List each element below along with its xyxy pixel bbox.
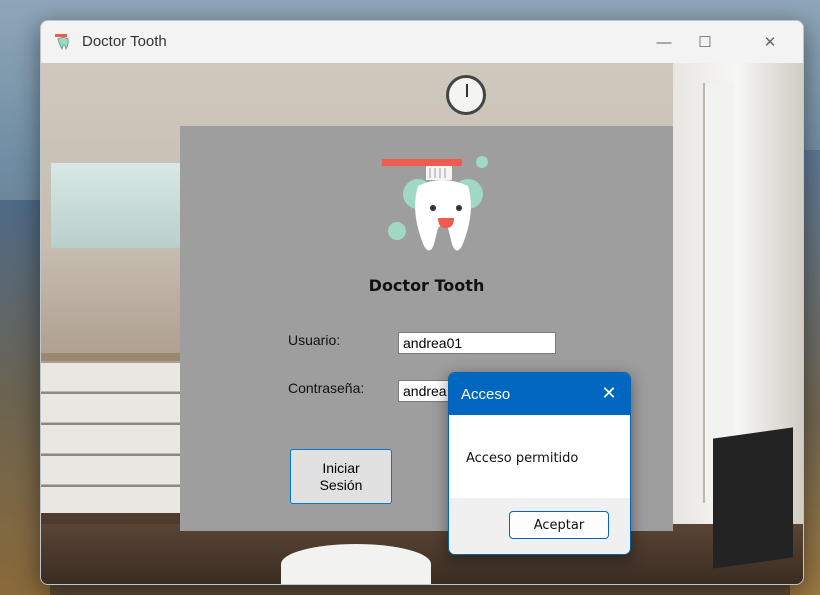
maximize-button[interactable]: ☐ (682, 27, 728, 57)
dialog-message: Acceso permitido (466, 451, 579, 466)
maximize-icon: ☐ (698, 34, 712, 51)
dialog-title: Acceso (461, 386, 511, 403)
minimize-icon: — (656, 33, 672, 51)
background-cabinet (51, 163, 201, 248)
dialog-close-icon[interactable]: ✕ (598, 382, 620, 404)
minimize-button[interactable]: — (641, 27, 687, 57)
dialog-footer: Aceptar (449, 498, 630, 554)
window-title: Doctor Tooth (82, 33, 167, 50)
background-counter (41, 353, 191, 361)
background-drawers (41, 363, 181, 513)
tooth-app-icon (55, 34, 69, 51)
access-dialog: Acceso ✕ Acceso permitido Aceptar (448, 372, 631, 555)
accept-button[interactable]: Aceptar (509, 511, 609, 539)
username-label: Usuario: (288, 332, 341, 348)
background-dental-chair (281, 544, 431, 584)
close-button[interactable]: ✕ (747, 27, 793, 57)
username-input[interactable] (398, 332, 556, 354)
password-label: Contraseña: (288, 380, 365, 396)
close-icon: ✕ (763, 34, 777, 51)
tooth-logo-icon (382, 156, 488, 251)
client-area: Doctor Tooth Usuario: Contraseña: Inicia… (41, 63, 803, 584)
title-bar[interactable]: Doctor Tooth — ☐ ✕ (41, 21, 803, 63)
login-button[interactable]: Iniciar Sesión (290, 449, 392, 504)
app-window: Doctor Tooth — ☐ ✕ Doctor Tooth Usuario:… (40, 20, 804, 585)
background-monitor (713, 427, 793, 569)
dialog-title-bar[interactable]: Acceso ✕ (449, 373, 630, 415)
brand-title: Doctor Tooth (368, 276, 485, 295)
clock-icon (446, 75, 486, 115)
